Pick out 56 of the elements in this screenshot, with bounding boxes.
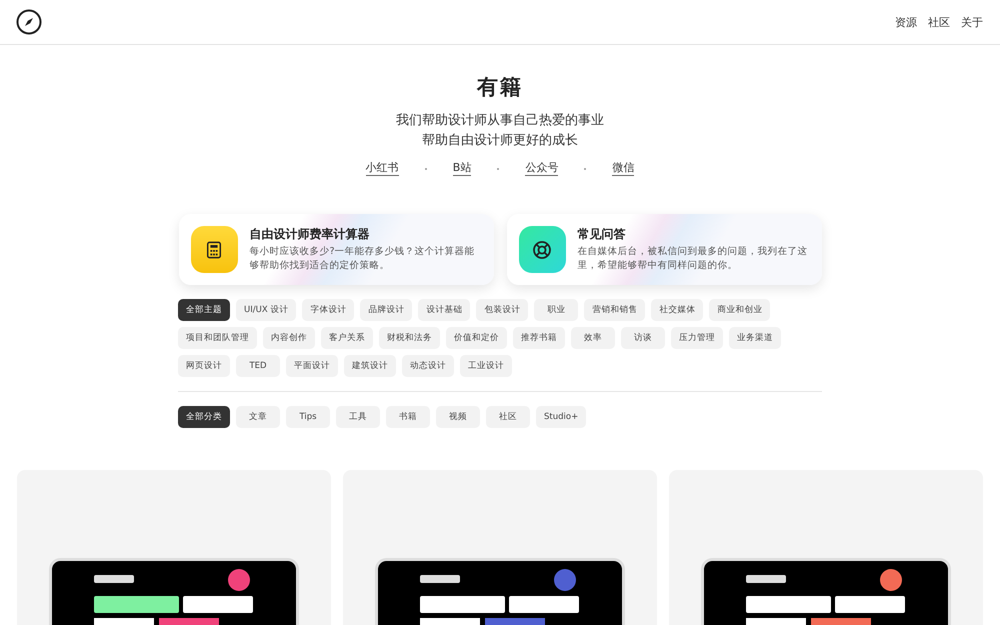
tagline: 帮助自由设计师更好的成长	[421, 132, 579, 150]
topic-tag[interactable]: 职业	[534, 299, 578, 321]
lifebuoy-icon	[532, 240, 552, 260]
category-tag[interactable]: 全部分类	[178, 406, 230, 428]
topic-tag[interactable]: 全部主题	[178, 299, 230, 321]
topic-tag[interactable]: 商业和创业	[709, 299, 770, 321]
topic-tag[interactable]: 建筑设计	[344, 355, 396, 377]
topic-tag[interactable]: 价值和定价	[446, 327, 507, 349]
topic-tag[interactable]: 工业设计	[460, 355, 512, 377]
article-card[interactable]	[669, 470, 983, 625]
topic-tag[interactable]: 内容创作	[263, 327, 315, 349]
compass-icon[interactable]	[16, 9, 42, 35]
feature-title: 常见问答	[578, 226, 626, 243]
topic-tag[interactable]: 客户关系	[321, 327, 373, 349]
topic-tag[interactable]: UI/UX 设计	[236, 299, 296, 321]
site-title: 有籍	[476, 74, 524, 101]
category-tag[interactable]: 视频	[436, 406, 480, 428]
topic-tag[interactable]: 设计基础	[418, 299, 470, 321]
social-link[interactable]: 公众号	[525, 161, 558, 176]
feature-title: 自由设计师费率计算器	[250, 226, 370, 243]
social-link[interactable]: 小红书	[366, 161, 399, 176]
topic-tag[interactable]: 财税和法务	[379, 327, 440, 349]
nav-link[interactable]: 资源	[895, 14, 917, 30]
article-card[interactable]	[343, 470, 657, 625]
category-tag[interactable]: 社区	[486, 406, 530, 428]
topic-tag[interactable]: 访谈	[621, 327, 665, 349]
calculator-icon	[205, 240, 223, 258]
nav-link[interactable]: 社区	[928, 14, 950, 30]
topic-tag[interactable]: 压力管理	[671, 327, 723, 349]
topic-tag[interactable]: 推荐书籍	[513, 327, 565, 349]
tagline: 我们帮助设计师从事自己热爱的事业	[395, 112, 605, 130]
topic-tag[interactable]: 项目和团队管理	[178, 327, 257, 349]
feature-card[interactable]: 自由设计师费率计算器 每小时应该收多少?一年能存多少钱？这个计算器能够帮助你找到适合的定价策略。	[178, 214, 494, 285]
feature-card[interactable]: 常见问答 在自媒体后台，被私信问到最多的问题，我列在了这里，希望能够帮中有同样问题的你。	[506, 214, 822, 285]
topic-tag[interactable]: 效率	[571, 327, 615, 349]
category-tag[interactable]: 文章	[236, 406, 280, 428]
topic-tag[interactable]: 营销和销售	[584, 299, 646, 321]
topic-tag[interactable]: 字体设计	[302, 299, 354, 321]
feature-description: 每小时应该收多少?一年能存多少钱？这个计算器能够帮助你找到适合的定价策略。	[250, 245, 476, 273]
feature-description: 在自媒体后台，被私信问到最多的问题，我列在了这里，希望能够帮中有同样问题的你。	[578, 245, 808, 273]
topic-tag[interactable]: 品牌设计	[360, 299, 412, 321]
category-tag[interactable]: 书籍	[386, 406, 430, 428]
article-card[interactable]	[17, 470, 331, 625]
nav-link[interactable]: 关于	[961, 14, 983, 30]
topic-tag[interactable]: 网页设计	[178, 355, 230, 377]
social-link[interactable]: B站	[452, 161, 472, 176]
category-tag[interactable]: Studio+	[536, 406, 586, 428]
category-tag[interactable]: 工具	[336, 406, 380, 428]
topic-tag[interactable]: 动态设计	[402, 355, 454, 377]
topic-tag[interactable]: 业务渠道	[729, 327, 781, 349]
topic-tag[interactable]: 社交媒体	[651, 299, 704, 321]
topic-tag[interactable]: 平面设计	[286, 355, 338, 377]
topic-tag[interactable]: 包装设计	[476, 299, 528, 321]
topic-tag[interactable]: TED	[236, 355, 280, 377]
category-tag[interactable]: Tips	[286, 406, 330, 428]
social-link[interactable]: 微信	[612, 161, 634, 176]
